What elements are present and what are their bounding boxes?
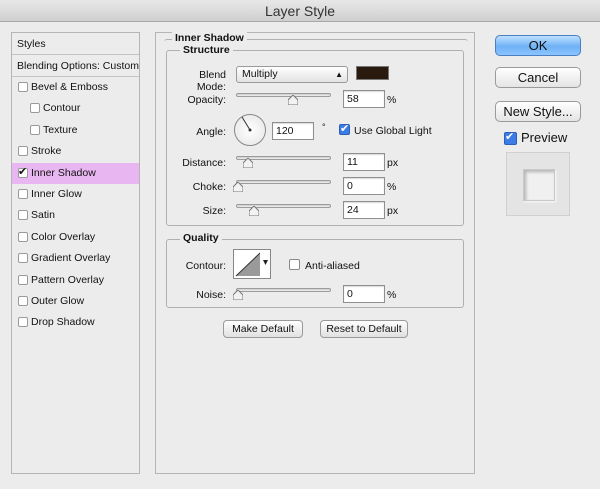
style-item-gradient-overlay[interactable]: Gradient Overlay bbox=[12, 248, 139, 269]
style-item-checkbox[interactable] bbox=[18, 317, 28, 328]
style-item-label: Stroke bbox=[31, 145, 62, 158]
window-title: Layer Style bbox=[0, 0, 600, 22]
anti-aliased-label: Anti-aliased bbox=[305, 260, 360, 272]
cancel-button[interactable]: Cancel bbox=[495, 67, 581, 88]
style-item-drop-shadow[interactable]: Drop Shadow bbox=[12, 312, 139, 333]
noise-unit: % bbox=[387, 289, 397, 301]
size-input[interactable]: 24 bbox=[343, 201, 385, 219]
style-item-label: Inner Shadow bbox=[31, 166, 96, 179]
styles-list: Styles Blending Options: Custom Bevel & … bbox=[11, 32, 140, 474]
style-item-label: Pattern Overlay bbox=[31, 273, 104, 286]
angle-label: Angle: bbox=[196, 126, 226, 138]
choke-input[interactable]: 0 bbox=[343, 177, 385, 195]
distance-slider-thumb[interactable] bbox=[243, 158, 253, 168]
opacity-slider[interactable] bbox=[236, 93, 331, 97]
size-slider-thumb[interactable] bbox=[249, 206, 259, 216]
style-item-label: Bevel & Emboss bbox=[31, 81, 109, 93]
noise-slider[interactable] bbox=[236, 288, 331, 292]
new-style-button[interactable]: New Style... bbox=[495, 101, 581, 122]
contour-dropdown-icon bbox=[263, 260, 268, 265]
style-item-label: Drop Shadow bbox=[31, 316, 95, 329]
blend-mode-select[interactable]: Multiply ▲ bbox=[236, 66, 348, 83]
style-item-label: Outer Glow bbox=[31, 294, 85, 307]
blend-mode-value: Multiply bbox=[242, 68, 278, 80]
angle-unit: ° bbox=[322, 122, 326, 132]
inner-shadow-title: Inner Shadow bbox=[172, 32, 247, 44]
choke-unit: % bbox=[387, 181, 397, 193]
blend-mode-label: Blend Mode: bbox=[196, 69, 226, 93]
style-item-label: Satin bbox=[31, 209, 55, 222]
angle-input[interactable]: 120 bbox=[272, 122, 314, 140]
styles-header[interactable]: Styles bbox=[12, 33, 139, 55]
style-item-satin[interactable]: Satin bbox=[12, 205, 139, 226]
style-item-contour[interactable]: Contour bbox=[12, 98, 139, 119]
style-item-label: Texture bbox=[43, 123, 78, 136]
choke-slider-thumb[interactable] bbox=[233, 182, 243, 192]
noise-slider-thumb[interactable] bbox=[233, 290, 243, 300]
updown-arrows-icon: ▲ bbox=[335, 70, 343, 79]
style-item-label: Gradient Overlay bbox=[31, 252, 111, 265]
style-item-checkbox[interactable] bbox=[18, 295, 28, 306]
style-item-checkbox[interactable] bbox=[18, 253, 28, 264]
noise-input[interactable]: 0 bbox=[343, 285, 385, 303]
angle-wheel[interactable] bbox=[234, 114, 266, 146]
anti-aliased-checkbox[interactable] bbox=[289, 259, 300, 270]
style-item-checkbox[interactable] bbox=[30, 124, 40, 135]
noise-label: Noise: bbox=[196, 289, 226, 301]
opacity-slider-thumb[interactable] bbox=[288, 95, 298, 105]
blending-options-item[interactable]: Blending Options: Custom bbox=[12, 55, 139, 77]
style-item-label: Inner Glow bbox=[31, 187, 82, 200]
opacity-label: Opacity: bbox=[187, 94, 226, 106]
style-item-checkbox[interactable] bbox=[18, 82, 28, 92]
style-item-checkbox[interactable] bbox=[18, 146, 28, 157]
style-item-checkbox[interactable] bbox=[18, 188, 28, 199]
style-items: Bevel & Emboss Contour Texture Stroke Inner … bbox=[12, 77, 139, 334]
style-item-outer-glow[interactable]: Outer Glow bbox=[12, 291, 139, 312]
inner-shadow-panel: Inner Shadow Structure Blend Mode: Multi… bbox=[155, 32, 475, 474]
style-item-checkbox[interactable] bbox=[30, 103, 40, 114]
style-preview bbox=[506, 152, 570, 216]
opacity-input[interactable]: 58 bbox=[343, 90, 385, 108]
style-item-checkbox[interactable] bbox=[18, 210, 28, 221]
contour-label: Contour: bbox=[185, 260, 226, 272]
style-item-inner-glow[interactable]: Inner Glow bbox=[12, 184, 139, 205]
style-item-color-overlay[interactable]: Color Overlay bbox=[12, 227, 139, 248]
choke-label: Choke: bbox=[192, 181, 226, 193]
shadow-color-swatch[interactable] bbox=[356, 66, 389, 80]
style-item-checkbox[interactable] bbox=[18, 231, 28, 242]
style-preview-thumbnail bbox=[523, 169, 555, 201]
style-item-bevel-emboss[interactable]: Bevel & Emboss bbox=[12, 77, 139, 98]
style-item-texture[interactable]: Texture bbox=[12, 120, 139, 141]
contour-picker[interactable] bbox=[233, 249, 271, 279]
use-global-light-checkbox[interactable] bbox=[339, 122, 350, 136]
style-item-checkbox[interactable] bbox=[18, 274, 28, 285]
use-global-light-label: Use Global Light bbox=[354, 125, 432, 137]
opacity-unit: % bbox=[387, 94, 397, 106]
size-label: Size: bbox=[202, 205, 226, 217]
style-item-pattern-overlay[interactable]: Pattern Overlay bbox=[12, 270, 139, 291]
style-item-checkbox[interactable] bbox=[18, 165, 28, 179]
make-default-button[interactable]: Make Default bbox=[223, 320, 303, 338]
style-item-inner-shadow[interactable]: Inner Shadow bbox=[12, 162, 139, 184]
style-item-label: Color Overlay bbox=[31, 230, 96, 243]
size-unit: px bbox=[387, 205, 399, 217]
quality-title: Quality bbox=[180, 232, 222, 244]
choke-slider[interactable] bbox=[236, 180, 331, 184]
preview-label: Preview bbox=[521, 130, 568, 145]
distance-unit: px bbox=[387, 157, 399, 169]
distance-input[interactable]: 11 bbox=[343, 153, 385, 171]
preview-checkbox[interactable] bbox=[504, 130, 517, 145]
structure-title: Structure bbox=[180, 44, 233, 56]
style-item-stroke[interactable]: Stroke bbox=[12, 141, 139, 162]
ok-button[interactable]: OK bbox=[495, 35, 581, 56]
style-item-label: Contour bbox=[43, 102, 81, 115]
distance-label: Distance: bbox=[182, 157, 226, 169]
reset-to-default-button[interactable]: Reset to Default bbox=[320, 320, 408, 338]
